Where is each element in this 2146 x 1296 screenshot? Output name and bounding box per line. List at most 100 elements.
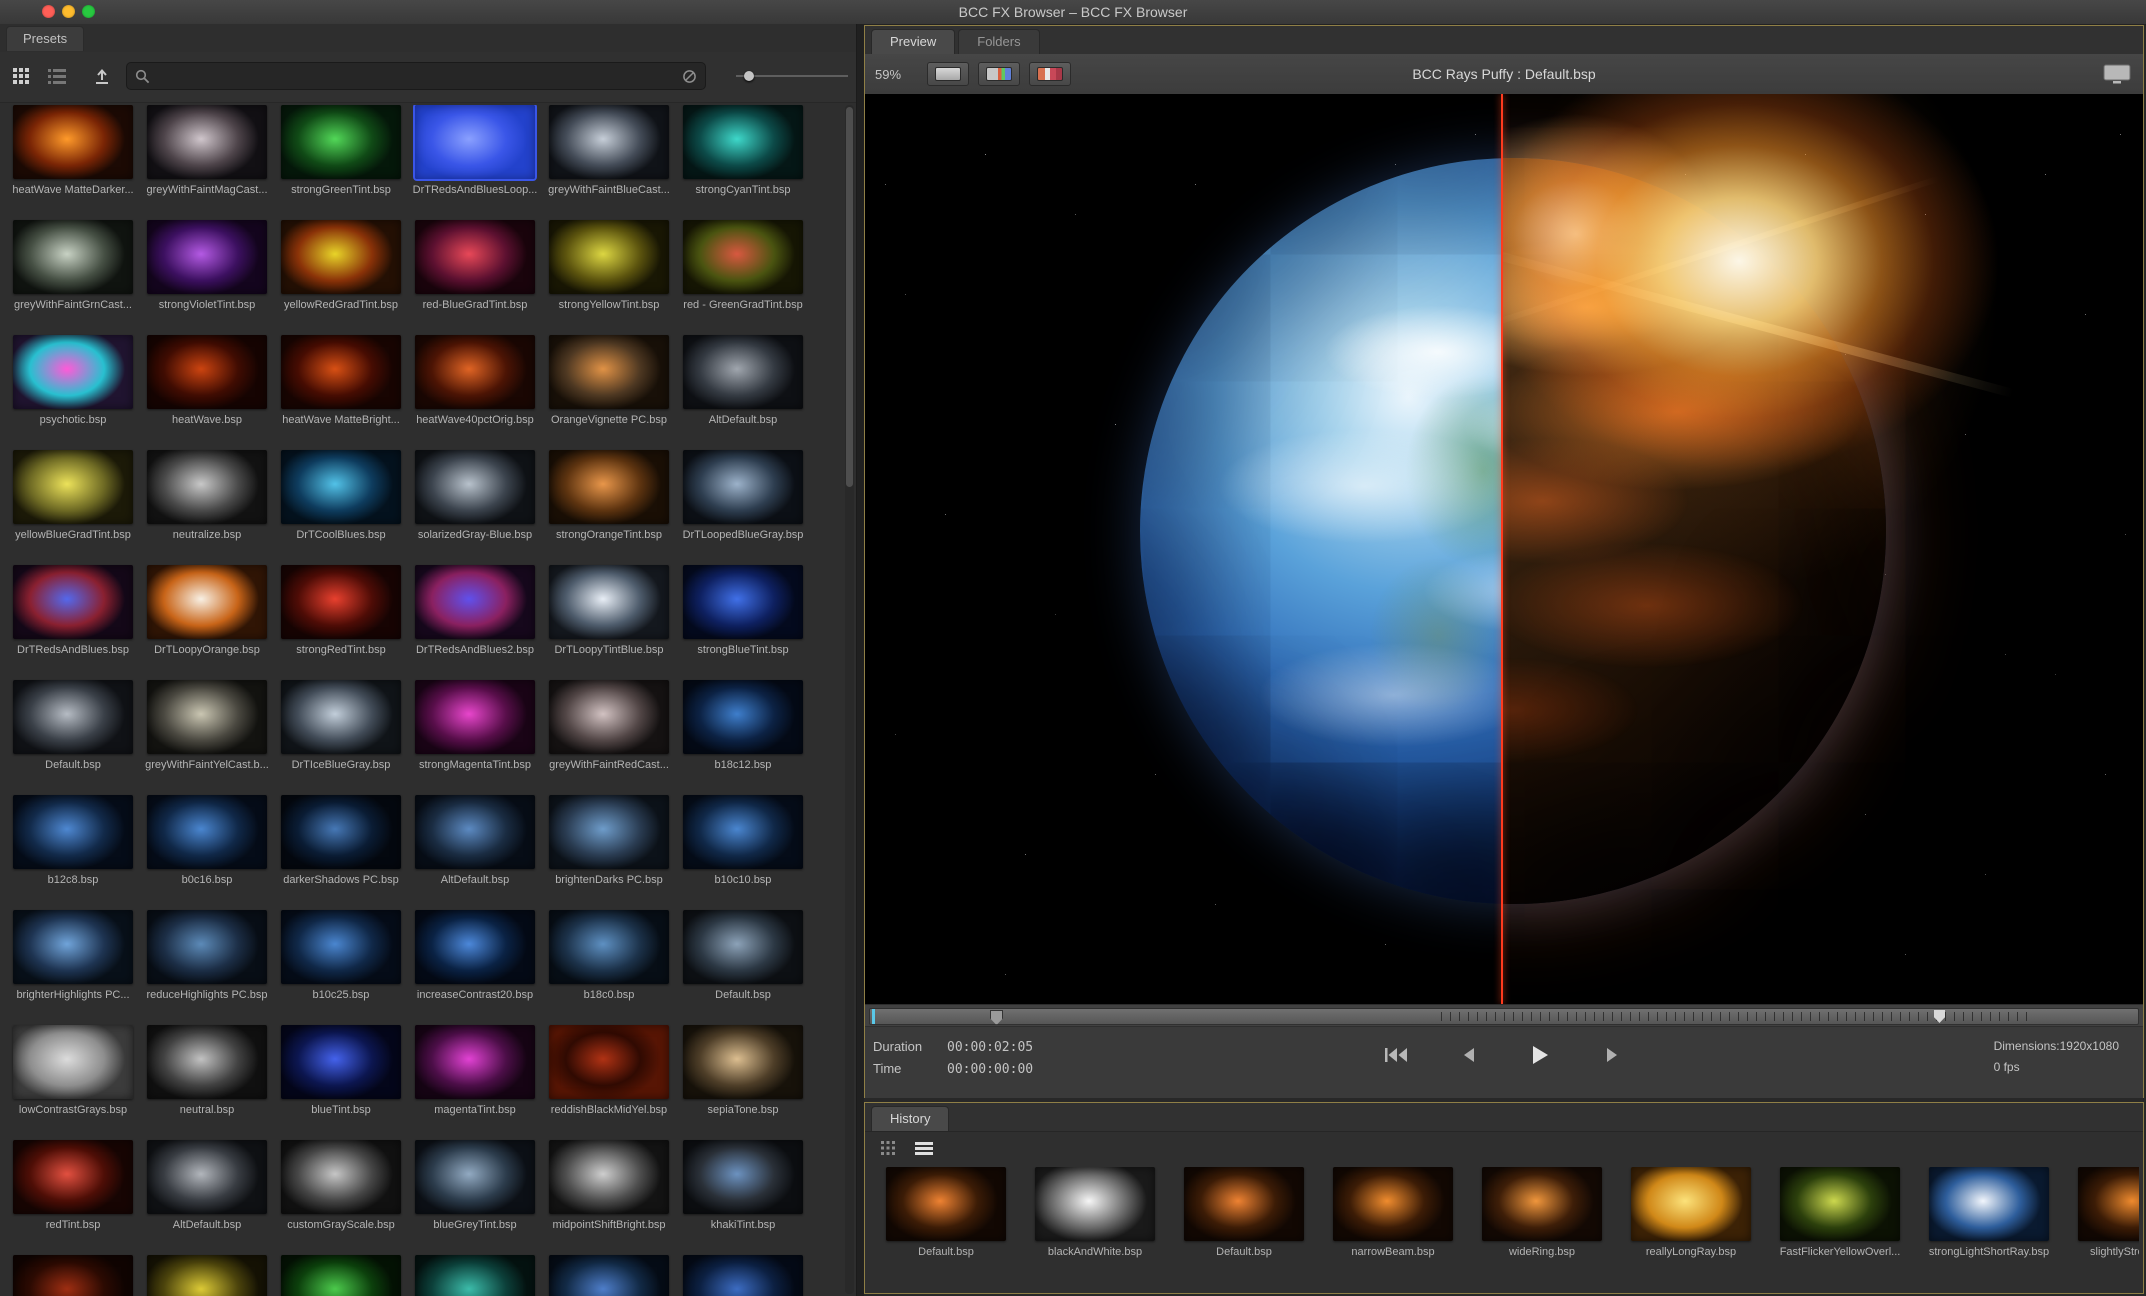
preset-item[interactable]: strongOrangeTint.bsp [542,450,676,565]
preset-item[interactable]: AltDefault.bsp [408,795,542,910]
preset-item[interactable]: DrTRedsAndBluesLoop... [408,105,542,220]
preset-item[interactable]: increaseContrast20.bsp [408,910,542,1025]
playhead[interactable] [990,1010,1003,1025]
preset-item[interactable]: red - GreenGradTint.bsp [676,220,810,335]
parent-folder-button[interactable] [90,63,116,89]
preset-item[interactable] [140,1255,274,1296]
preset-item[interactable]: b10c25.bsp [274,910,408,1025]
view-single-button[interactable] [927,62,969,86]
timeline-scrubber[interactable] [865,1004,2143,1027]
preset-item[interactable]: yellowRedGradTint.bsp [274,220,408,335]
history-list-view-button[interactable] [911,1135,937,1161]
preset-item[interactable]: greyWithFaintYelCast.b... [140,680,274,795]
history-item[interactable]: wideRing.bsp [1475,1167,1609,1258]
preset-item[interactable]: magentaTint.bsp [408,1025,542,1140]
preset-item[interactable]: strongGreenTint.bsp [274,105,408,220]
preset-item[interactable]: solarizedGray-Blue.bsp [408,450,542,565]
preset-item[interactable]: yellowBlueGradTint.bsp [6,450,140,565]
grid-view-button[interactable] [8,63,34,89]
preset-item[interactable]: brightenDarks PC.bsp [542,795,676,910]
thumbnail-size-slider[interactable] [736,66,848,86]
search-input[interactable] [157,68,675,85]
tab-folders[interactable]: Folders [958,29,1039,54]
preset-item[interactable] [6,1255,140,1296]
history-item[interactable]: Default.bsp [1177,1167,1311,1258]
preset-item[interactable]: khakiTint.bsp [676,1140,810,1255]
play-button[interactable] [1519,1039,1561,1071]
preset-item[interactable]: greyWithFaintGrnCast... [6,220,140,335]
preset-item[interactable]: strongMagentaTint.bsp [408,680,542,795]
preset-item[interactable]: DrTRedsAndBlues.bsp [6,565,140,680]
preset-item[interactable]: red-BlueGradTint.bsp [408,220,542,335]
history-grid-view-button[interactable] [875,1135,901,1161]
previous-frame-button[interactable] [1447,1039,1489,1071]
send-to-monitor-button[interactable] [2103,64,2131,84]
history-item[interactable]: strongLightShortRay.bsp [1922,1167,2056,1258]
scrollbar-thumb[interactable] [846,107,853,487]
history-item[interactable]: Default.bsp [879,1167,1013,1258]
scrubber-track[interactable] [869,1008,2139,1025]
preset-item[interactable]: DrTRedsAndBlues2.bsp [408,565,542,680]
preset-item[interactable]: redTint.bsp [6,1140,140,1255]
preset-item[interactable]: strongCyanTint.bsp [676,105,810,220]
preset-item[interactable]: blueTint.bsp [274,1025,408,1140]
preset-item[interactable]: sepiaTone.bsp [676,1025,810,1140]
preset-item[interactable]: reduceHighlights PC.bsp [140,910,274,1025]
preset-item[interactable]: DrTLoopyTintBlue.bsp [542,565,676,680]
tab-presets[interactable]: Presets [6,26,84,51]
preset-item[interactable]: strongBlueTint.bsp [676,565,810,680]
preset-item[interactable]: b18c12.bsp [676,680,810,795]
history-item[interactable]: slightlyStronger.bsp [2071,1167,2139,1258]
timeline-marker[interactable] [1934,1010,1945,1023]
preset-item[interactable]: b12c8.bsp [6,795,140,910]
preset-item[interactable]: heatWave MatteDarker... [6,105,140,220]
next-frame-button[interactable] [1591,1039,1633,1071]
preset-item[interactable]: darkerShadows PC.bsp [274,795,408,910]
clear-filter-icon[interactable] [682,69,697,84]
tab-history[interactable]: History [871,1106,949,1131]
preset-item[interactable]: psychotic.bsp [6,335,140,450]
preset-item[interactable]: b0c16.bsp [140,795,274,910]
preset-item[interactable]: Default.bsp [6,680,140,795]
compare-split-line[interactable] [1501,94,1503,1004]
preset-item[interactable]: strongRedTint.bsp [274,565,408,680]
list-view-button[interactable] [44,63,70,89]
panel-divider[interactable] [857,24,864,1296]
preset-item[interactable]: lowContrastGrays.bsp [6,1025,140,1140]
preset-item[interactable]: DrTLoopyOrange.bsp [140,565,274,680]
go-to-start-button[interactable] [1375,1039,1417,1071]
preset-item[interactable]: DrTLoopedBlueGray.bsp [676,450,810,565]
preset-item[interactable]: strongVioletTint.bsp [140,220,274,335]
preset-item[interactable]: b18c0.bsp [542,910,676,1025]
preset-item[interactable]: b10c10.bsp [676,795,810,910]
slider-knob[interactable] [744,71,754,81]
presets-scrollbar[interactable] [845,105,854,1294]
preset-item[interactable]: OrangeVignette PC.bsp [542,335,676,450]
preset-item[interactable]: blueGreyTint.bsp [408,1140,542,1255]
preset-item[interactable]: customGrayScale.bsp [274,1140,408,1255]
preset-item[interactable]: heatWave.bsp [140,335,274,450]
preset-item[interactable]: greyWithFaintBlueCast... [542,105,676,220]
preset-item[interactable]: Default.bsp [676,910,810,1025]
preset-item[interactable]: midpointShiftBright.bsp [542,1140,676,1255]
preset-item[interactable]: DrTCoolBlues.bsp [274,450,408,565]
preset-item[interactable]: AltDefault.bsp [140,1140,274,1255]
history-item[interactable]: FastFlickerYellowOverl... [1773,1167,1907,1258]
preset-item[interactable]: reddishBlackMidYel.bsp [542,1025,676,1140]
view-compare-button[interactable] [1029,62,1071,86]
preset-item[interactable]: heatWave MatteBright... [274,335,408,450]
history-item[interactable]: blackAndWhite.bsp [1028,1167,1162,1258]
view-split-button[interactable] [978,62,1020,86]
preset-item[interactable]: neutralize.bsp [140,450,274,565]
preset-item[interactable]: neutral.bsp [140,1025,274,1140]
preset-item[interactable] [676,1255,810,1296]
preset-item[interactable]: strongYellowTint.bsp [542,220,676,335]
preview-viewport[interactable] [865,94,2143,1004]
history-item[interactable]: narrowBeam.bsp [1326,1167,1460,1258]
preset-item[interactable] [542,1255,676,1296]
tab-preview[interactable]: Preview [871,29,955,54]
history-item[interactable]: reallyLongRay.bsp [1624,1167,1758,1258]
preset-item[interactable]: greyWithFaintMagCast... [140,105,274,220]
preset-item[interactable] [274,1255,408,1296]
preset-item[interactable]: DrTIceBlueGray.bsp [274,680,408,795]
